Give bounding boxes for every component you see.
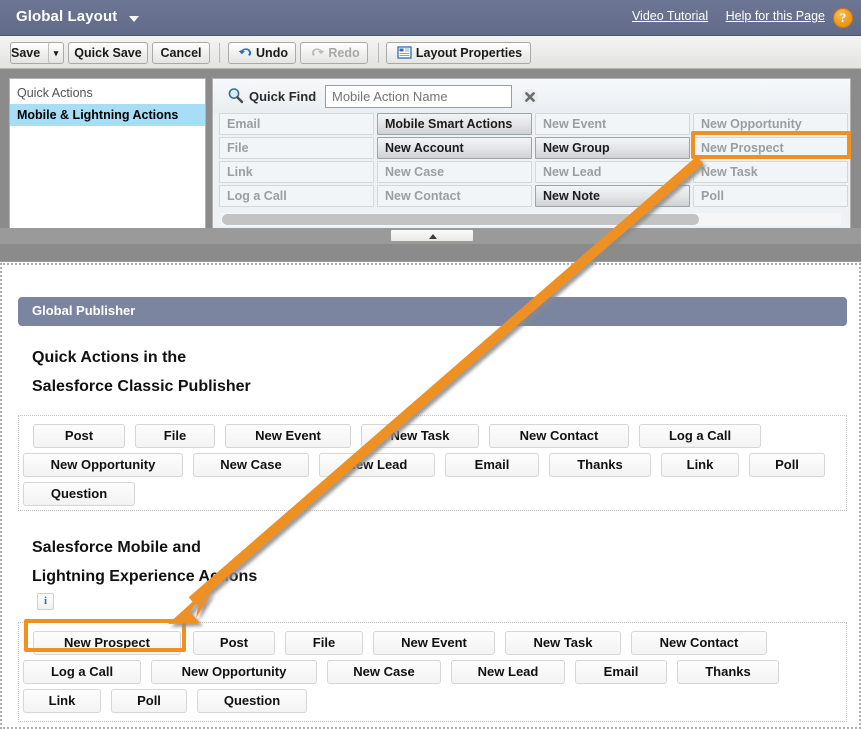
redo-icon (310, 45, 325, 58)
collapse-handle[interactable] (390, 229, 474, 242)
publisher-action-button[interactable]: New Event (225, 424, 351, 448)
title-chevron-down-icon[interactable] (129, 16, 139, 22)
help-question-icon[interactable]: ? (833, 8, 853, 28)
page-title: Global Layout (16, 8, 118, 25)
panel-collapse-bar (0, 228, 861, 244)
publisher-action-button[interactable]: New Lead (319, 453, 435, 477)
palette-cell: New Opportunity (693, 113, 848, 135)
editor-body: Quick Actions Mobile & Lightning Actions… (0, 69, 861, 244)
palette-cell: Log a Call (219, 185, 374, 207)
publisher-action-button[interactable]: New Contact (631, 631, 767, 655)
clear-icon[interactable] (521, 88, 539, 106)
action-palette: Quick Find Email File Link Log a Call (212, 78, 851, 236)
redo-button: Redo (300, 42, 368, 64)
quick-find-input[interactable] (325, 85, 512, 108)
publisher-action-button[interactable]: New Task (361, 424, 479, 448)
palette-category-sidebar: Quick Actions Mobile & Lightning Actions (9, 78, 206, 236)
publisher-action-button[interactable]: Poll (749, 453, 825, 477)
publisher-action-button[interactable]: Log a Call (23, 660, 141, 684)
info-icon[interactable]: i (37, 593, 54, 610)
palette-cell: New Case (377, 161, 532, 183)
layout-editor-panel: Global Layout Video Tutorial Help for th… (0, 0, 861, 262)
help-for-this-page-link[interactable]: Help for this Page (726, 9, 825, 23)
palette-cell[interactable]: New Note (535, 185, 690, 207)
publisher-action-button[interactable]: Poll (111, 689, 187, 713)
editor-toolbar: Save ▾ Quick Save Cancel Undo Redo Layou… (0, 36, 861, 69)
publisher-preview-panel: Global Publisher Quick Actions in the Sa… (0, 263, 861, 729)
publisher-action-button[interactable]: New Task (505, 631, 621, 655)
palette-cell: Poll (693, 185, 848, 207)
scrollbar-thumb[interactable] (222, 214, 699, 225)
publisher-action-button[interactable]: Question (197, 689, 307, 713)
quick-find-label: Quick Find (249, 89, 317, 104)
publisher-action-button[interactable]: Link (661, 453, 739, 477)
save-dropdown-caret-icon[interactable]: ▾ (48, 42, 64, 64)
publisher-action-button[interactable]: Post (33, 424, 125, 448)
quick-save-button[interactable]: Quick Save (68, 42, 148, 64)
layout-properties-button[interactable]: Layout Properties (386, 42, 531, 64)
publisher-action-button[interactable]: Email (445, 453, 539, 477)
layout-properties-label: Layout Properties (415, 46, 523, 60)
publisher-action-button[interactable]: Email (575, 660, 667, 684)
publisher-action-button[interactable]: New Event (373, 631, 495, 655)
palette-cell-new-prospect: New Prospect (693, 137, 848, 159)
mobile-section-title-line2: Lightning Experience Actions (32, 568, 258, 585)
publisher-action-button[interactable]: File (135, 424, 215, 448)
publisher-action-button[interactable]: New Case (193, 453, 309, 477)
classic-section-title-line2: Salesforce Classic Publisher (32, 378, 251, 395)
publisher-action-button[interactable]: Question (23, 482, 135, 506)
undo-label: Undo (256, 46, 288, 60)
sidebar-item-quick-actions[interactable]: Quick Actions (10, 79, 205, 104)
screenshot-root: Global Layout Video Tutorial Help for th… (0, 0, 861, 729)
cancel-button[interactable]: Cancel (152, 42, 210, 64)
palette-cell: New Event (535, 113, 690, 135)
chevron-up-icon (429, 234, 437, 239)
palette-cell: New Contact (377, 185, 532, 207)
classic-section-title-line1: Quick Actions in the (32, 349, 187, 366)
publisher-action-button-new-prospect[interactable]: New Prospect (33, 631, 181, 655)
quick-find-row: Quick Find (213, 79, 850, 113)
global-publisher-label: Global Publisher (32, 303, 136, 318)
undo-button[interactable]: Undo (228, 42, 296, 64)
search-icon (227, 87, 244, 104)
header-links: Video Tutorial Help for this Page (618, 9, 825, 23)
palette-cell: File (219, 137, 374, 159)
toolbar-divider (219, 43, 220, 63)
mobile-section-title-line1: Salesforce Mobile and (32, 539, 201, 556)
redo-label: Redo (328, 46, 360, 60)
publisher-action-button[interactable]: Post (193, 631, 275, 655)
publisher-action-button[interactable]: New Case (327, 660, 441, 684)
sidebar-item-mobile-lightning-actions[interactable]: Mobile & Lightning Actions (10, 104, 205, 126)
video-tutorial-link[interactable]: Video Tutorial (632, 9, 708, 23)
palette-cell: Email (219, 113, 374, 135)
publisher-action-button[interactable]: File (285, 631, 363, 655)
palette-cell: Link (219, 161, 374, 183)
palette-cell[interactable]: New Account (377, 137, 532, 159)
palette-cell: New Lead (535, 161, 690, 183)
undo-icon (238, 45, 253, 58)
publisher-action-button[interactable]: New Lead (451, 660, 565, 684)
publisher-action-button[interactable]: Link (23, 689, 101, 713)
publisher-action-button[interactable]: Log a Call (639, 424, 761, 448)
publisher-action-button[interactable]: New Opportunity (151, 660, 317, 684)
publisher-action-button[interactable]: Thanks (677, 660, 779, 684)
global-publisher-header: Global Publisher (18, 297, 847, 326)
publisher-action-button[interactable]: New Opportunity (23, 453, 183, 477)
palette-cell: New Task (693, 161, 848, 183)
palette-cell[interactable]: Mobile Smart Actions (377, 113, 532, 135)
publisher-action-button[interactable]: Thanks (549, 453, 651, 477)
toolbar-divider-2 (378, 43, 379, 63)
palette-cell[interactable]: New Group (535, 137, 690, 159)
mobile-actions-dropzone[interactable]: New Prospect Post File New Event New Tas… (18, 622, 847, 722)
window-title-bar: Global Layout Video Tutorial Help for th… (0, 0, 861, 36)
palette-horizontal-scrollbar[interactable] (221, 213, 841, 226)
classic-actions-dropzone[interactable]: Post File New Event New Task New Contact… (18, 415, 847, 511)
layout-properties-icon (397, 45, 412, 59)
publisher-action-button[interactable]: New Contact (489, 424, 629, 448)
